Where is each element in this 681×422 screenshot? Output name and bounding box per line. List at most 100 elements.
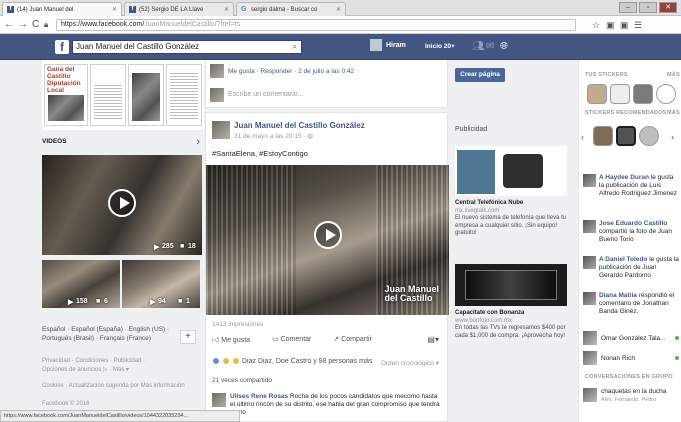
play-icon[interactable] [314,221,342,249]
home-count: 20+ [443,43,455,50]
facebook-favicon: f [7,6,14,13]
ticker-item[interactable]: A Daniel Toledo le gusta la publicación … [583,256,679,280]
share-button[interactable]: ↗ Compartir [333,335,372,344]
ticker-item[interactable]: Diana Matiia respondió el comentario de … [583,292,679,316]
comment-input[interactable]: Escribe un comentario... [228,91,303,98]
post-timestamp[interactable]: 31 de mayo a las 20:15 · ◍ [234,132,313,140]
facebook-logo-icon[interactable]: f [55,40,69,54]
chat-contact[interactable]: Omar González Tala... [583,330,679,346]
post: Juan Manuel del Castillo González 31 de … [205,112,449,422]
group-conversation[interactable]: chaquetas en la ducha Alex, Fernando, Pe… [583,388,679,410]
ticker-item[interactable]: Jose Eduardo Castillo compartió la foto … [583,220,679,244]
avatar [583,256,596,269]
back-icon[interactable]: ← [4,19,14,31]
bookmark-star-icon[interactable]: ☆ [592,20,600,30]
sticker-item[interactable] [587,84,607,104]
avatar[interactable] [212,121,230,139]
chevron-right-icon[interactable]: › [196,136,200,148]
avatar [583,174,596,187]
ad-brand-icon [457,150,495,194]
language-links[interactable]: Español · Español (España) · English (US… [42,325,192,343]
video-thumbnail[interactable]: ▶ 94 ■ 1 [122,260,200,308]
page-cover-photos[interactable]: Gana del Castillo Diputación Local [42,60,204,130]
video-thumbnail[interactable]: ▶ 158 ■ 6 [42,260,120,308]
ad-image[interactable] [455,264,567,306]
browser-tab-2[interactable]: f (52) Sergio DE LA Llave ✕ [124,2,234,16]
menu-icon[interactable]: ☰ [634,20,642,30]
like-button[interactable]: 👍︎ Me gusta [212,335,250,344]
chat-contact[interactable]: Nonan Rich [583,350,679,366]
share-icon: ↗ [333,336,342,343]
comment-button[interactable]: ▭ Comentar [272,335,311,344]
search-icon[interactable]: ⌕ [293,41,297,53]
comment-icon: ■ [96,298,101,305]
browser-tab-bar: f (14) Juan Manuel del ✕ f (52) Sergio D… [0,0,681,16]
post-hashtags[interactable]: #SantaElena, #EstoyContigo [212,149,308,158]
avatar [210,88,224,102]
messages-icon[interactable]: ✉ [486,41,494,53]
tab-close-icon[interactable]: ✕ [224,6,229,13]
comment-icon: ▭ [272,336,281,343]
home-link[interactable]: Inicio 20+ [425,43,455,50]
ads-section-title: Publicidad [455,126,488,133]
post-photo[interactable]: Juan Manuel del Castillo [206,165,449,315]
footer-links[interactable]: Privacidad · Condiciones · Publicidad · [42,357,145,365]
friend-requests-icon[interactable]: 👥︎ [472,41,485,53]
post-author[interactable]: Juan Manuel del Castillo González [234,121,365,130]
ad-text[interactable]: Capacítate con Bonanza www.bonfoto.com.m… [455,310,567,340]
close-button[interactable]: ✕ [659,2,677,13]
tab-close-icon[interactable]: ✕ [336,6,341,13]
featured-video[interactable]: ▶ 285 ■ 18 [42,155,202,255]
forward-icon[interactable]: → [18,19,28,31]
browser-tab-3[interactable]: G sergio dalma - Buscar co ✕ [236,2,346,16]
comment-author[interactable]: Ulises Rene Rosas [230,393,288,400]
avatar[interactable] [212,393,226,407]
add-language-button[interactable]: + [180,330,196,344]
sticker-item[interactable] [616,126,636,146]
wow-reaction-icon [232,357,240,365]
maximize-button[interactable]: ▫ [639,2,657,13]
comment-order-dropdown[interactable]: Orden cronológico ▾ [381,359,439,367]
browser-tab-1[interactable]: f (14) Juan Manuel del ✕ [2,2,122,16]
facebook-favicon: f [129,6,136,13]
stickers-more-link[interactable]: MÁS [667,72,680,78]
chevron-right-icon[interactable]: › [671,132,674,142]
chevron-left-icon[interactable]: ‹ [581,132,584,142]
footer-links[interactable]: Cookies · Actualización sugerida por Más… [42,382,212,390]
footer-links[interactable]: Opciones de anuncios ▷ · Más ▾ [42,366,129,374]
ad-text[interactable]: Central Telefónica Nube mx.livegtalk.com… [455,200,567,238]
videos-header[interactable]: VIDEOS › [42,136,202,150]
play-icon[interactable] [108,189,136,217]
tv-product-icon [465,270,557,300]
sticker-item[interactable] [639,126,659,146]
videos-title: VIDEOS [42,138,67,145]
profile-link[interactable]: Hiram [370,39,406,51]
sticker-item[interactable] [633,84,653,104]
extension-icon[interactable]: ▣ [606,20,615,30]
avatar [370,39,382,51]
shares-count[interactable]: 21 veces compartido [212,377,272,384]
notifications-icon[interactable]: 🌐︎ [500,41,508,53]
recommended-more-link[interactable]: MÁS [667,110,680,116]
ticker-item[interactable]: A Haydee Duran le gusta la publicación d… [583,174,679,198]
address-bar[interactable]: https://www.facebook.com/JuanManueldelCa… [56,19,576,31]
page-selector-icon[interactable]: ▤▾ [427,335,439,344]
sticker-item[interactable] [610,84,630,104]
sticker-item[interactable] [656,84,676,104]
avatar [210,64,224,78]
ad-image[interactable] [455,146,567,196]
reactions-summary[interactable]: Diaz Diaz, Doe Castro y 98 personas más [212,357,372,365]
create-page-button[interactable]: Crear página [455,68,505,82]
tab-close-icon[interactable]: ✕ [112,6,117,13]
tab-3-label: sergio dalma - Buscar co [251,6,318,13]
extension-icon[interactable]: ▣ [620,20,629,30]
newspaper-photo [48,95,84,121]
reload-icon[interactable]: C [32,19,39,31]
newspaper-columns [170,71,198,121]
minimize-button[interactable]: ‒ [619,2,637,13]
sticker-item[interactable] [593,126,613,146]
like-reaction-icon [212,357,220,365]
search-input[interactable]: Juan Manuel del Castillo González ⌕ [72,40,302,54]
comment-actions[interactable]: Me gusta · Responder · 2 de julio a las … [228,68,354,75]
photo-logo: Juan Manuel del Castillo [384,284,439,303]
